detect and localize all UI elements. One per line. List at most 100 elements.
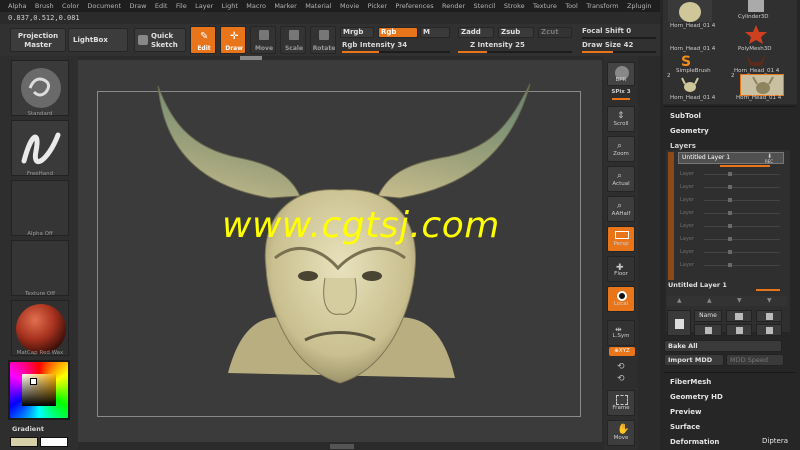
move-button[interactable]: Move bbox=[250, 26, 276, 54]
layer-row-active[interactable]: Untitled Layer 1 ⬇ REC bbox=[678, 152, 784, 164]
rotate-z-icon[interactable]: ⟲ bbox=[617, 374, 625, 384]
fibermesh-menu[interactable]: FiberMesh bbox=[670, 378, 711, 386]
menu-item-stroke[interactable]: Stroke bbox=[504, 2, 525, 10]
rotate-button[interactable]: Rotate bbox=[310, 26, 336, 54]
quick-sketch-button[interactable]: Quick Sketch bbox=[134, 28, 186, 52]
layer-options-button[interactable] bbox=[756, 324, 782, 336]
layer-row[interactable]: Layer bbox=[680, 208, 784, 219]
aahalf-button[interactable]: ⌕ bbox=[607, 196, 635, 222]
zoom-button[interactable]: ⌕ bbox=[607, 136, 635, 162]
surface-menu[interactable]: Surface bbox=[670, 423, 700, 431]
scale-button[interactable]: Scale bbox=[280, 26, 306, 54]
menu-item-light[interactable]: Light bbox=[222, 2, 238, 10]
layer-row[interactable]: Layer bbox=[680, 247, 784, 258]
merge-layer-button[interactable] bbox=[694, 324, 722, 336]
menu-item-macro[interactable]: Macro bbox=[246, 2, 266, 10]
alpha-thumb[interactable] bbox=[11, 180, 69, 236]
arrow-down-icon[interactable]: ▼ bbox=[737, 297, 742, 304]
menu-item-file[interactable]: File bbox=[176, 2, 187, 10]
menu-item-preferences[interactable]: Preferences bbox=[395, 2, 433, 10]
projection-master-button[interactable]: Projection Master bbox=[10, 28, 66, 52]
menu-item-document[interactable]: Document bbox=[87, 2, 121, 10]
focal-shift-slider[interactable] bbox=[582, 37, 656, 39]
menu-item-zplugin[interactable]: Zplugin bbox=[627, 2, 652, 10]
split-layer-button[interactable] bbox=[726, 324, 752, 336]
new-layer-button[interactable] bbox=[667, 310, 691, 336]
tool-thumb-1[interactable] bbox=[742, 0, 770, 14]
layer-row[interactable]: Layer bbox=[680, 182, 784, 193]
spix-slider[interactable] bbox=[612, 98, 630, 100]
horned-head-model[interactable] bbox=[140, 78, 540, 418]
menu-item-transform[interactable]: Transform bbox=[586, 2, 618, 10]
primary-color-swatch[interactable] bbox=[10, 437, 38, 447]
rotate-y-icon[interactable]: ⟲ bbox=[617, 362, 625, 372]
menu-item-stencil[interactable]: Stencil bbox=[474, 2, 496, 10]
tool-thumb-2[interactable] bbox=[670, 30, 700, 46]
menu-item-alpha[interactable]: Alpha bbox=[8, 2, 26, 10]
edit-button[interactable]: ✎ Edit bbox=[190, 26, 216, 54]
bake-all-button[interactable]: Bake All bbox=[664, 340, 782, 352]
local-button[interactable] bbox=[607, 286, 635, 312]
tool-thumb-5[interactable] bbox=[742, 52, 770, 68]
move-view-button[interactable]: ✋ bbox=[607, 420, 635, 446]
delete-layer-button[interactable] bbox=[756, 310, 782, 322]
tool-thumb-6[interactable] bbox=[676, 76, 704, 94]
menu-item-brush[interactable]: Brush bbox=[35, 2, 54, 10]
menu-item-picker[interactable]: Picker bbox=[368, 2, 387, 10]
preview-menu[interactable]: Preview bbox=[670, 408, 702, 416]
layer-row[interactable]: Layer bbox=[680, 195, 784, 206]
draw-button[interactable]: ✛ Draw bbox=[220, 26, 246, 54]
menu-item-layer[interactable]: Layer bbox=[195, 2, 213, 10]
persp-button[interactable] bbox=[607, 226, 635, 252]
frame-button[interactable] bbox=[607, 390, 635, 416]
material-thumb[interactable] bbox=[11, 300, 69, 356]
xyz-button[interactable]: ⊕XYZ bbox=[609, 347, 635, 356]
color-square[interactable] bbox=[22, 374, 56, 406]
layer-row[interactable]: Layer bbox=[680, 169, 784, 180]
texture-thumb[interactable] bbox=[11, 240, 69, 296]
tool-thumb-0[interactable] bbox=[668, 0, 712, 22]
mdd-speed-slider[interactable]: MDD Speed bbox=[726, 354, 784, 366]
menu-item-movie[interactable]: Movie bbox=[340, 2, 359, 10]
stroke-freehand-thumb[interactable] bbox=[11, 120, 69, 176]
zsub-button[interactable]: Zsub bbox=[498, 27, 534, 38]
copy-layer-button[interactable] bbox=[726, 310, 752, 322]
menu-item-edit[interactable]: Edit bbox=[155, 2, 168, 10]
canvas-top-handle[interactable] bbox=[240, 56, 262, 60]
menu-item-color[interactable]: Color bbox=[62, 2, 79, 10]
layer-intensity-slider[interactable] bbox=[720, 165, 770, 167]
geometry-menu[interactable]: Geometry bbox=[670, 127, 709, 135]
scroll-button[interactable]: ⇕ bbox=[607, 106, 635, 132]
layer-footer-slider[interactable] bbox=[756, 289, 780, 291]
color-picker[interactable] bbox=[8, 360, 70, 420]
menu-item-material[interactable]: Material bbox=[305, 2, 331, 10]
layer-row[interactable]: Layer bbox=[680, 234, 784, 245]
canvas-bottom-handle[interactable] bbox=[330, 444, 354, 449]
menu-item-texture[interactable]: Texture bbox=[533, 2, 557, 10]
layer-name-button[interactable]: Name bbox=[694, 310, 722, 322]
brush-standard-thumb[interactable] bbox=[11, 60, 69, 116]
menu-item-tool[interactable]: Tool bbox=[565, 2, 578, 10]
zadd-button[interactable]: Zadd bbox=[458, 27, 494, 38]
lightbox-button[interactable]: LightBox bbox=[68, 28, 128, 52]
layer-row[interactable]: Layer bbox=[680, 260, 784, 271]
arrow-up-icon[interactable]: ▲ bbox=[707, 297, 712, 304]
actual-button[interactable]: ⌕ bbox=[607, 166, 635, 192]
tool-thumb-4[interactable]: S bbox=[676, 52, 698, 70]
layers-menu[interactable]: Layers bbox=[670, 142, 696, 150]
layers-scrollbar[interactable] bbox=[668, 152, 674, 280]
arrow-up-icon[interactable]: ▲ bbox=[677, 297, 682, 304]
geometry-hd-menu[interactable]: Geometry HD bbox=[670, 393, 723, 401]
color-cursor[interactable] bbox=[30, 378, 37, 385]
secondary-color-swatch[interactable] bbox=[40, 437, 68, 447]
floor-button[interactable]: ✚ bbox=[607, 256, 635, 282]
rgb-button[interactable]: Rgb bbox=[378, 27, 418, 38]
layer-row[interactable]: Layer bbox=[680, 221, 784, 232]
subtool-menu[interactable]: SubTool bbox=[670, 112, 701, 120]
tool-thumb-7[interactable] bbox=[740, 74, 784, 96]
tool-thumb-3[interactable] bbox=[742, 24, 770, 44]
mrgb-button[interactable]: Mrgb bbox=[340, 27, 374, 38]
m-button[interactable]: M bbox=[420, 27, 450, 38]
arrow-down-icon[interactable]: ▼ bbox=[767, 297, 772, 304]
deformation-menu[interactable]: Deformation bbox=[670, 438, 719, 446]
